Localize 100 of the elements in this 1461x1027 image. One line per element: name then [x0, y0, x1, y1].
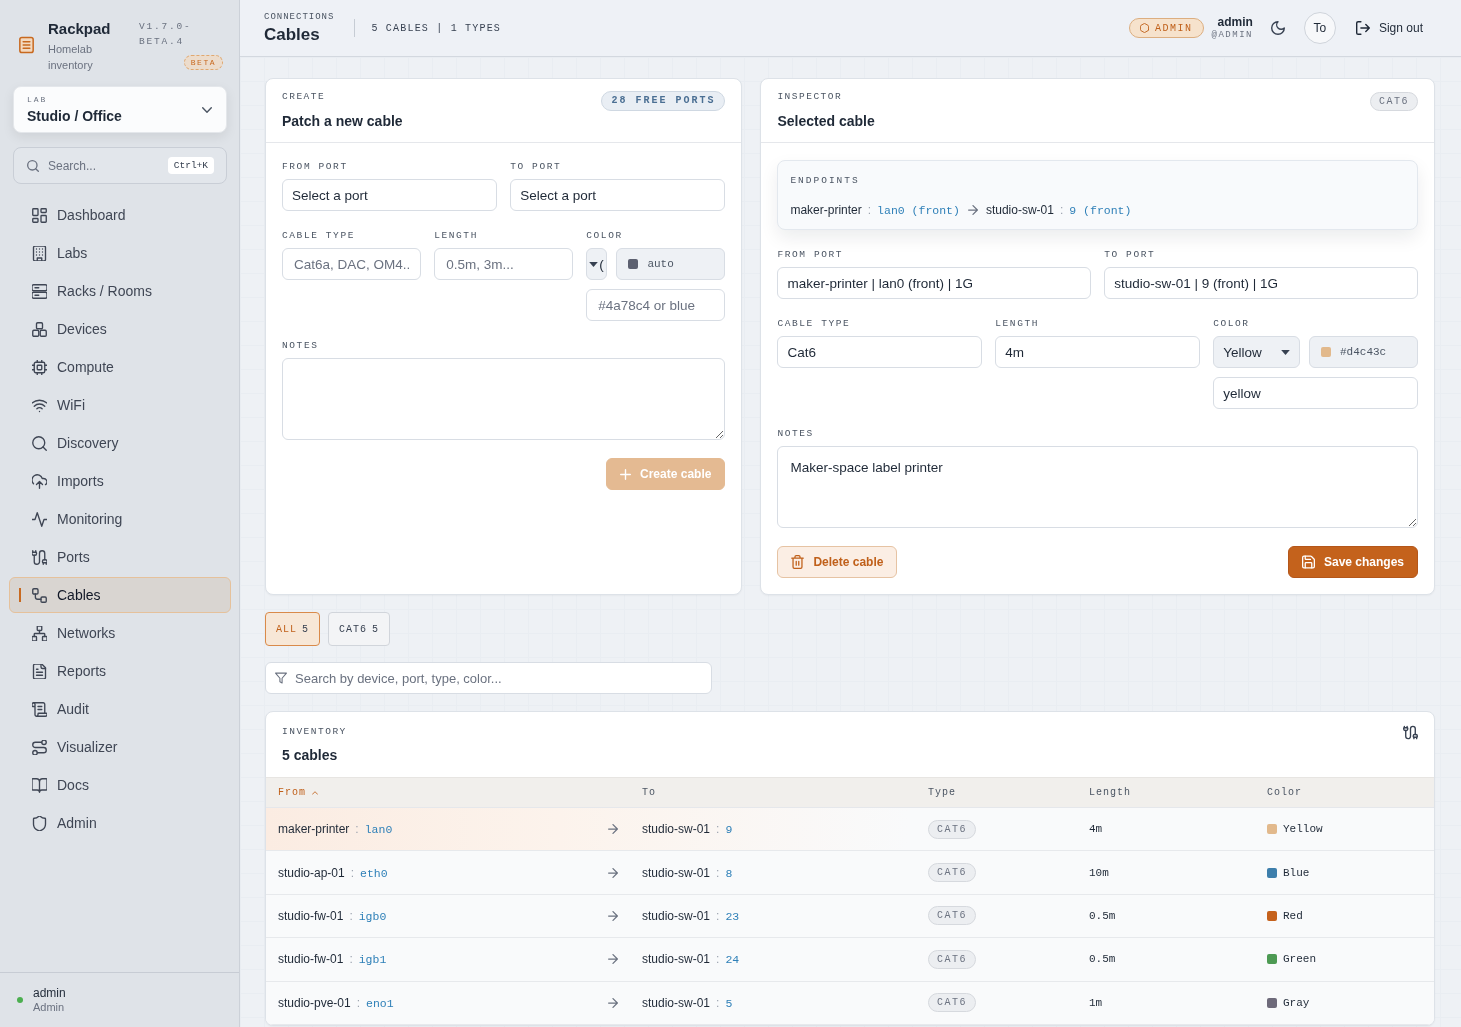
- cable-type-field[interactable]: Cat6: [777, 336, 983, 368]
- field-label: NOTES: [282, 339, 320, 352]
- arrow-right-icon: [608, 824, 618, 835]
- nav-item[interactable]: Devices: [9, 311, 231, 347]
- filter-tab[interactable]: ALL 5: [265, 612, 321, 646]
- column-header[interactable]: To: [630, 778, 916, 807]
- table-row[interactable]: studio-pve-01 : eno1 studio-sw-01 : 5 CAT6 1m Gray: [266, 981, 1434, 1025]
- cable-icon: [1403, 725, 1418, 740]
- custom-color-field[interactable]: yellow: [1213, 377, 1418, 409]
- to-endpoint: studio-sw-01 : 9: [642, 822, 733, 837]
- search-field[interactable]: Search... Ctrl+K: [13, 147, 227, 184]
- nav-item[interactable]: Racks / Rooms: [9, 273, 231, 309]
- notepad-logo-icon: [19, 36, 34, 54]
- from-endpoint: studio-fw-01 : igb0: [278, 908, 387, 923]
- column-header[interactable]: From: [266, 778, 630, 807]
- filter-icon: [275, 672, 287, 684]
- color-value-field[interactable]: auto: [616, 248, 726, 280]
- avatar-button[interactable]: To: [1303, 12, 1336, 44]
- panel-eyebrow: INSPECTOR: [777, 91, 844, 103]
- custom-color-field[interactable]: #4a78c4 or blue: [586, 289, 726, 321]
- panel-eyebrow: CREATE: [282, 91, 327, 103]
- section-label: CONNECTIONS: [264, 11, 335, 23]
- length-text: 0.5m: [1089, 953, 1116, 966]
- port-select[interactable]: maker-printer | lan0 (front) | 1G: [777, 267, 1092, 299]
- caret-down-icon: [589, 261, 599, 267]
- panel-title: Patch a new cable: [282, 112, 403, 130]
- column-header[interactable]: Length: [1077, 778, 1255, 807]
- length-text: 10m: [1089, 866, 1109, 879]
- cable-type-field[interactable]: Cat6a, DAC, OM4...: [282, 248, 422, 280]
- nav-item[interactable]: Dashboard: [9, 197, 231, 233]
- from-endpoint: maker-printer : lan0: [278, 822, 393, 837]
- search-icon: [32, 435, 47, 451]
- network-icon: [32, 625, 47, 641]
- color-select[interactable]: (: [586, 248, 608, 280]
- to-endpoint: studio-sw-01 : 9 (front): [985, 203, 1132, 217]
- to-endpoint: studio-sw-01 : 5: [642, 995, 733, 1010]
- nav-item[interactable]: Audit: [9, 691, 231, 727]
- from-endpoint: studio-pve-01 : eno1: [278, 995, 394, 1010]
- nav-item[interactable]: Monitoring: [9, 501, 231, 537]
- nav-item[interactable]: Discovery: [9, 425, 231, 461]
- port-select[interactable]: Select a port: [510, 179, 726, 211]
- nav-item[interactable]: Admin: [9, 805, 231, 841]
- from-endpoint: studio-fw-01 : igb1: [278, 952, 387, 967]
- arrow-right-icon: [608, 997, 618, 1008]
- user-handle: @ADMIN: [1211, 29, 1253, 41]
- color-name: Red: [1283, 909, 1303, 922]
- color-hex-field[interactable]: #d4c43c: [1309, 336, 1418, 368]
- field-label: CABLE TYPE: [777, 317, 852, 330]
- arrow-right-icon: [967, 205, 978, 215]
- book-icon: [32, 777, 47, 793]
- save-changes-button[interactable]: Save changes: [1287, 546, 1418, 578]
- color-select[interactable]: Yellow: [1213, 336, 1300, 368]
- port-select[interactable]: Select a port: [282, 179, 498, 211]
- notes-field[interactable]: Maker-space label printer: [777, 446, 1418, 528]
- nav-item[interactable]: WiFi: [9, 387, 231, 423]
- sign-out-icon: [1355, 21, 1370, 35]
- length-field[interactable]: 4m: [995, 336, 1201, 368]
- nav-item[interactable]: Docs: [9, 767, 231, 803]
- nav-item[interactable]: Labs: [9, 235, 231, 271]
- length-field[interactable]: 0.5m, 3m...: [434, 248, 574, 280]
- table-search-field[interactable]: Search by device, port, type, color...: [265, 662, 712, 694]
- grid-icon: [32, 207, 47, 223]
- free-ports-tag: 28 FREE PORTS: [601, 91, 726, 111]
- nav-item[interactable]: Reports: [9, 653, 231, 689]
- column-header[interactable]: Color: [1255, 778, 1434, 807]
- shortcut-key: Ctrl+K: [167, 157, 214, 174]
- panel-title: 5 cables: [282, 746, 339, 764]
- wifi-icon: [32, 397, 47, 413]
- nav-item[interactable]: Imports: [9, 463, 231, 499]
- filter-tab[interactable]: CAT6 5: [328, 612, 391, 646]
- plus-icon: [620, 468, 632, 480]
- floppy-disk-icon: [1301, 555, 1315, 569]
- field-label: COLOR: [586, 229, 624, 242]
- port-select[interactable]: studio-sw-01 | 9 (front) | 1G: [1104, 267, 1418, 299]
- theme-toggle[interactable]: [1270, 21, 1285, 35]
- cable-type-tag: CAT6: [928, 949, 976, 969]
- nav-item[interactable]: Cables: [9, 577, 231, 613]
- card-label: ENDPOINTS: [790, 175, 861, 187]
- lab-picker[interactable]: LAB Studio / Office: [13, 86, 227, 133]
- nav-item[interactable]: Visualizer: [9, 729, 231, 765]
- server-icon: [32, 283, 47, 299]
- user-role: Admin: [33, 1000, 66, 1014]
- search-icon: [27, 159, 39, 172]
- field-label: FROM PORT: [777, 248, 845, 261]
- delete-cable-button[interactable]: Delete cable: [777, 546, 898, 578]
- scroll-icon: [32, 701, 47, 717]
- nav-item[interactable]: Networks: [9, 615, 231, 651]
- cable-icon: [32, 549, 47, 565]
- table-row[interactable]: studio-fw-01 : igb1 studio-sw-01 : 24 CAT6 0.5m Green: [266, 938, 1434, 982]
- nav-item[interactable]: Compute: [9, 349, 231, 385]
- nav-item[interactable]: Ports: [9, 539, 231, 575]
- cable-type-tag: CAT6: [1370, 92, 1418, 111]
- table-row[interactable]: maker-printer : lan0 studio-sw-01 : 9 CAT6 4m Yellow: [266, 808, 1434, 852]
- notes-field[interactable]: [282, 358, 726, 440]
- column-header[interactable]: Type: [916, 778, 1077, 807]
- table-row[interactable]: studio-fw-01 : igb0 studio-sw-01 : 23 CAT6 0.5m Red: [266, 894, 1434, 939]
- sign-out-button[interactable]: Sign out: [1355, 21, 1423, 35]
- arrow-right-icon: [608, 954, 618, 965]
- field-label: LENGTH: [995, 317, 1041, 330]
- table-row[interactable]: studio-ap-01 : eth0 studio-sw-01 : 8 CAT6 10m Blue: [266, 851, 1434, 895]
